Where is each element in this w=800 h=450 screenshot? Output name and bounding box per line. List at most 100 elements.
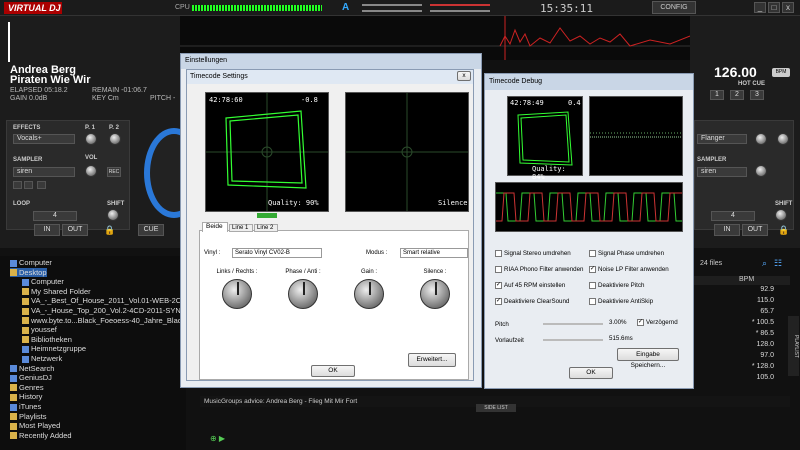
effect-p1-knob[interactable] [85,133,97,145]
option-checkbox[interactable]: ✓ Deaktiviere ClearSound [495,298,569,305]
config-button[interactable]: CONFIG [652,1,696,14]
modus-select[interactable]: Smart relative [400,248,468,258]
bpm-column-header[interactable]: BPM [694,276,790,285]
sampler-stop-button[interactable] [24,181,33,189]
tree-item[interactable]: Desktop [10,267,47,277]
tab-beide[interactable]: Beide [202,222,228,232]
tree-item[interactable]: Netzwerk [22,354,62,363]
gain-knob[interactable] [222,279,252,309]
tree-item[interactable]: VA_-_Best_Of_House_2011_Vol.01-WEB-2C... [22,296,187,305]
debug-ok-button[interactable]: OK [569,367,613,379]
checkbox-box[interactable] [495,250,502,257]
checkbox-box[interactable] [495,266,502,273]
option-checkbox[interactable]: ✓ Auf 45 RPM einstellen [495,282,565,289]
sampler-play-button[interactable] [13,181,22,189]
rec-button[interactable]: REC [107,167,121,177]
hot-cue-2-button[interactable]: 2 [730,90,744,100]
loop-in-button[interactable]: IN [34,224,60,236]
view-options-icon[interactable]: ☷ [774,258,782,269]
checkbox-box[interactable] [589,282,596,289]
effect-select[interactable]: Vocals+ [13,134,75,144]
checkbox-box[interactable]: ✓ [495,282,502,289]
side-list-tab[interactable]: SIDE LIST [476,404,516,412]
eingabe-speichern-button[interactable]: Eingabe Speichern... [617,348,679,369]
bpm-cell[interactable]: 105.0 [734,374,774,381]
crossfader-indicator[interactable] [362,4,422,12]
bpm-cell[interactable]: * 128.0 [734,363,774,370]
vinyl-select[interactable]: Serato Vinyl CV02-B [232,248,322,258]
cue-button[interactable]: CUE [138,224,164,236]
option-checkbox[interactable]: Deaktiviere Pitch [589,282,644,289]
bpm-cell[interactable]: 128.0 [734,341,774,348]
tree-item[interactable]: My Shared Folder [22,287,91,296]
lock-icon[interactable]: 🔒 [104,225,115,236]
automix-icon[interactable]: A [342,2,352,13]
verzoegernd-checkbox-box[interactable]: ✓ [637,319,644,326]
vorlaufzeit-slider[interactable] [543,339,603,341]
erweitert-button[interactable]: Erweitert... [408,353,456,367]
bpm-cell[interactable]: 97.0 [734,352,774,359]
checkbox-box[interactable]: ✓ [589,266,596,273]
pitch-slider-left[interactable] [8,22,22,62]
playlist-tab[interactable]: PLAYLIST [788,316,799,376]
tree-item[interactable]: Computer [10,258,52,267]
gain-knob[interactable] [288,279,318,309]
tree-item[interactable]: Playlists [10,412,47,421]
gain-knob[interactable] [420,279,450,309]
sampler-vol-knob[interactable] [85,165,97,177]
effect-p2-knob[interactable] [109,133,121,145]
gain-knob[interactable] [354,279,384,309]
option-checkbox[interactable]: Signal Phase umdrehen [589,250,664,257]
hot-cue-1-button[interactable]: 1 [710,90,724,100]
lock-icon-right[interactable]: 🔒 [778,225,789,236]
pitch-slider[interactable] [543,323,603,325]
hot-cue-3-button[interactable]: 3 [750,90,764,100]
bpm-cell[interactable]: 115.0 [734,297,774,304]
loop-out-button[interactable]: OUT [62,224,88,236]
timecode-close-button[interactable]: x [457,71,471,81]
tree-item[interactable]: Bibliotheken [22,335,72,344]
tree-item[interactable]: History [10,392,42,401]
effect-p2-knob-right[interactable] [777,133,789,145]
tree-item[interactable]: Heimnetzgruppe [22,344,86,353]
verzoegernd-checkbox[interactable]: ✓ Verzögernd [637,319,678,326]
shift-knob[interactable] [107,209,119,221]
bpm-cell[interactable]: 65.7 [734,308,774,315]
shift-knob-right[interactable] [775,209,787,221]
checkbox-box[interactable]: ✓ [495,298,502,305]
tab-line2[interactable]: Line 2 [254,224,278,232]
bpm-cell[interactable]: 92.9 [734,286,774,293]
tree-item[interactable]: www.byte.to...Black_Foeoess-40_Jahre_Bla… [22,316,188,325]
bpm-cell[interactable]: * 100.5 [734,319,774,326]
tree-item[interactable]: GeniusDJ [10,373,52,382]
sampler-select-right[interactable]: siren [697,167,747,177]
sampler-vol-knob-right[interactable] [755,165,767,177]
maximize-button[interactable]: □ [768,2,780,13]
checkbox-box[interactable] [589,250,596,257]
option-checkbox[interactable]: Deaktiviere AntiSkip [589,298,653,305]
tab-line1[interactable]: Line 1 [229,224,253,232]
minimize-button[interactable]: _ [754,2,766,13]
option-checkbox[interactable]: RIAA Phono Filter anwenden [495,266,583,273]
effect-select-right[interactable]: Flanger [697,134,747,144]
loop-in-button-right[interactable]: IN [714,224,740,236]
sampler-select[interactable]: siren [13,167,75,177]
tree-item[interactable]: NetSearch [10,364,54,373]
bpm-cell[interactable]: * 86.5 [734,330,774,337]
loop-length-select-right[interactable]: 4 [711,211,755,221]
master-indicator[interactable] [430,4,490,12]
tree-item[interactable]: iTunes [10,402,41,411]
option-checkbox[interactable]: ✓ Noise LP Filter anwenden [589,266,669,273]
tree-item[interactable]: Most Played [10,421,60,430]
close-button[interactable]: x [782,2,794,13]
tree-item[interactable]: youssef [22,325,57,334]
search-icon[interactable]: ⌕ [762,258,767,269]
sidelist-add-icon[interactable]: ⊕ ▶ [210,434,225,443]
tree-item[interactable]: Genres [10,383,44,392]
settings-ok-button[interactable]: OK [311,365,355,377]
loop-out-button-right[interactable]: OUT [742,224,768,236]
bpm-unit-badge[interactable]: BPM [772,68,790,77]
option-checkbox[interactable]: Signal Stereo umdrehen [495,250,571,257]
loop-length-select[interactable]: 4 [33,211,77,221]
sampler-loop-button[interactable] [37,181,46,189]
